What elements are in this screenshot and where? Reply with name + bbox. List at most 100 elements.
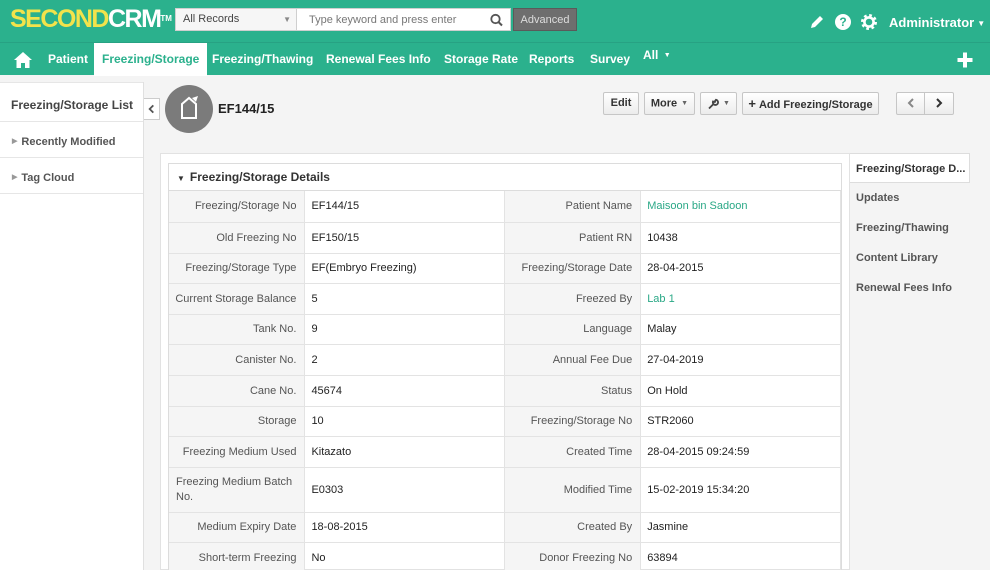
- nav-item-all[interactable]: All ▼: [643, 39, 671, 71]
- status-value: On Hold: [640, 375, 841, 407]
- nav-item-freezing-storage[interactable]: Freezing/Storage: [94, 43, 208, 76]
- plus-icon[interactable]: [956, 51, 974, 69]
- field-value: EF150/15: [304, 222, 506, 254]
- field-label: Language: [504, 314, 642, 345]
- tools-button[interactable]: ▼: [700, 92, 737, 115]
- field-value: 45674: [304, 375, 506, 407]
- search-icon[interactable]: [488, 12, 506, 28]
- table-row: Storage 10 Freezing/Storage No STR2060: [169, 406, 841, 437]
- sidebar-item-tag-cloud[interactable]: ▶ Tag Cloud: [0, 158, 143, 194]
- logo-trademark: TM: [160, 14, 172, 23]
- search-scope-select[interactable]: All Records ▼: [176, 9, 297, 30]
- nav-item-survey[interactable]: Survey: [590, 43, 630, 75]
- chevron-down-icon: ▼: [977, 19, 986, 29]
- table-row: Tank No. 9 Language Malay: [169, 314, 841, 345]
- related-item-details[interactable]: Freezing/Storage D...: [850, 153, 970, 183]
- nav-item-renewal-fees-info[interactable]: Renewal Fees Info: [326, 43, 431, 75]
- field-value: E0303: [304, 467, 506, 513]
- table-row: Freezing/Storage No EF144/15 Patient Nam…: [169, 191, 841, 223]
- field-label: Short-term Freezing: [169, 542, 306, 570]
- chevron-right-icon: [936, 98, 943, 108]
- global-search: All Records ▼: [175, 8, 511, 31]
- field-value: 10438: [640, 222, 841, 254]
- details-table: Freezing/Storage No EF144/15 Patient Nam…: [169, 191, 841, 570]
- nav-item-freezing-thawing[interactable]: Freezing/Thawing: [212, 43, 313, 75]
- logo-text-crm: CRM: [107, 5, 162, 33]
- caret-right-icon: ▶: [12, 174, 18, 182]
- more-button-label: More: [650, 97, 678, 110]
- field-label: Patient Name: [504, 191, 642, 223]
- user-menu[interactable]: Administrator ▼: [889, 15, 985, 30]
- field-value: 28-04-2015 09:24:59: [640, 436, 841, 468]
- details-heading: Freezing/Storage Details: [189, 170, 330, 184]
- field-label: Freezing/Storage No: [504, 406, 642, 437]
- plus-icon: +: [748, 96, 756, 111]
- sidebar-title[interactable]: Freezing/Storage List: [0, 82, 143, 122]
- chevron-down-icon: ▼: [283, 15, 291, 24]
- related-item-renewal-fees-info[interactable]: Renewal Fees Info: [850, 273, 990, 303]
- advanced-search-button[interactable]: Advanced: [513, 8, 577, 31]
- field-label: Freezing/Storage No: [169, 191, 306, 223]
- collapse-caret-icon: ▼: [177, 174, 185, 183]
- field-label: Freezing/Storage Date: [504, 253, 642, 284]
- field-label: Donor Freezing No: [504, 542, 642, 570]
- nav-item-patient[interactable]: Patient: [48, 43, 88, 75]
- nav-item-storage-rate[interactable]: Storage Rate: [444, 43, 518, 75]
- record-avatar: [165, 85, 213, 133]
- field-label: Tank No.: [169, 314, 306, 345]
- patient-name-link[interactable]: Maisoon bin Sadoon: [640, 191, 841, 223]
- field-value: 2: [304, 344, 506, 376]
- nav-item-reports[interactable]: Reports: [529, 43, 574, 75]
- record-title: EF144/15: [218, 101, 275, 116]
- app-logo[interactable]: SECONDCRMTM: [10, 6, 172, 32]
- wrench-icon: [708, 98, 719, 109]
- field-label: Freezed By: [504, 283, 642, 315]
- table-row: Freezing Medium Batch No. E0303 Modified…: [169, 467, 841, 513]
- help-icon[interactable]: ?: [834, 13, 852, 31]
- freezed-by-link[interactable]: Lab 1: [640, 283, 841, 315]
- top-bar: SECONDCRMTM All Records ▼ Advanced ? Adm…: [0, 0, 990, 42]
- user-name: Administrator: [889, 15, 975, 30]
- sidebar-item-label: Recently Modified: [21, 136, 116, 148]
- chevron-down-icon: ▼: [663, 51, 671, 59]
- collapse-sidebar-button[interactable]: [144, 98, 160, 120]
- search-input[interactable]: [298, 9, 486, 30]
- related-item-content-library[interactable]: Content Library: [850, 243, 990, 273]
- field-value: Malay: [640, 314, 841, 345]
- home-icon[interactable]: [13, 51, 33, 69]
- nav-all-label: All: [643, 48, 659, 62]
- field-value: STR2060: [640, 406, 841, 437]
- field-label: Cane No.: [169, 375, 306, 407]
- search-scope-value: All Records: [183, 13, 240, 25]
- field-value: 63894: [640, 542, 841, 570]
- sidebar-item-label: Tag Cloud: [21, 172, 75, 184]
- field-label: Patient RN: [504, 222, 642, 254]
- field-value: 18-08-2015: [304, 512, 506, 543]
- add-freezing-storage-button[interactable]: + Add Freezing/Storage: [742, 92, 879, 115]
- more-button[interactable]: More ▼: [644, 92, 695, 115]
- field-value: Jasmine: [640, 512, 841, 543]
- related-item-freezing-thawing[interactable]: Freezing/Thawing: [850, 213, 990, 243]
- table-row: Current Storage Balance 5 Freezed By Lab…: [169, 283, 841, 315]
- table-row: Short-term Freezing No Donor Freezing No…: [169, 542, 841, 570]
- sidebar-item-recently-modified[interactable]: ▶ Recently Modified: [0, 122, 143, 158]
- chevron-down-icon: ▼: [681, 100, 689, 107]
- add-button-label: Add Freezing/Storage: [758, 99, 873, 111]
- details-block-header[interactable]: ▼ Freezing/Storage Details: [169, 164, 841, 191]
- related-item-updates[interactable]: Updates: [850, 183, 990, 213]
- chevron-left-icon: [907, 98, 914, 108]
- edit-button[interactable]: Edit: [603, 92, 639, 115]
- field-value: 28-04-2015: [640, 253, 841, 284]
- field-label: Freezing Medium Used: [169, 436, 306, 468]
- field-label: Freezing/Storage Type: [169, 253, 306, 284]
- previous-record-button[interactable]: [896, 92, 925, 115]
- field-value: No: [304, 542, 506, 570]
- next-record-button[interactable]: [924, 92, 954, 115]
- gear-icon[interactable]: [860, 13, 878, 31]
- main-nav: Patient Freezing/Storage Freezing/Thawin…: [0, 39, 990, 76]
- pencil-icon[interactable]: [808, 13, 826, 31]
- field-label: Current Storage Balance: [169, 283, 306, 315]
- field-value: 27-04-2019: [640, 344, 841, 376]
- field-value: Kitazato: [304, 436, 506, 468]
- field-label: Status: [504, 375, 642, 407]
